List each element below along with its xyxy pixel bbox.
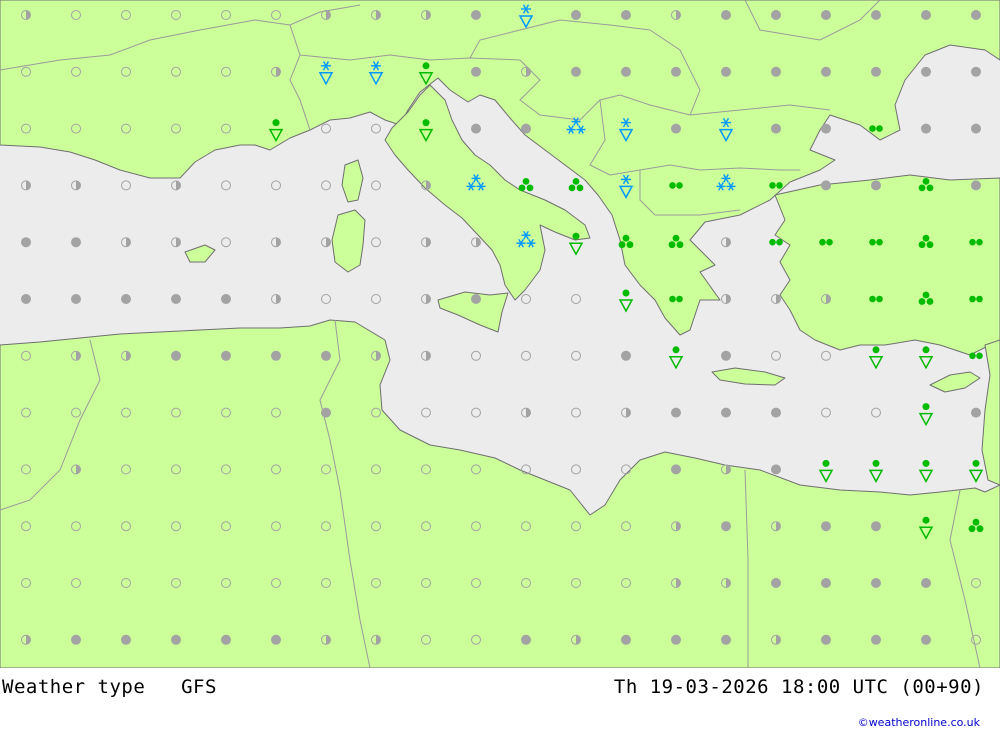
cloudy-dot xyxy=(171,350,181,361)
cloudy-dot xyxy=(671,66,681,77)
cloudy-dot xyxy=(71,237,81,248)
credit-link[interactable]: ©weatheronline.co.uk xyxy=(858,716,980,729)
cloudy-dot xyxy=(971,407,981,418)
cloudy-dot xyxy=(621,66,631,77)
cloudy-dot xyxy=(771,407,781,418)
cloudy-dot xyxy=(871,521,881,532)
weather-map xyxy=(0,0,1000,668)
cloudy-dot xyxy=(871,578,881,588)
cloudy-dot xyxy=(971,66,981,77)
map-title: Weather type GFS xyxy=(2,676,217,698)
cloudy-dot xyxy=(671,123,681,134)
cloudy-dot xyxy=(721,521,731,532)
cloudy-dot xyxy=(721,407,731,418)
cloudy-dot xyxy=(921,578,931,588)
turkey xyxy=(774,174,1000,356)
cloudy-dot xyxy=(821,66,831,77)
cloudy-dot xyxy=(221,294,231,304)
cloudy-dot xyxy=(921,123,931,134)
cloudy-dot xyxy=(471,123,481,134)
cloudy-dot xyxy=(821,578,831,588)
cloudy-dot xyxy=(721,350,731,361)
cloudy-dot xyxy=(621,10,631,20)
cloudy-dot xyxy=(471,10,481,20)
cloudy-dot xyxy=(821,180,831,191)
cloudy-dot xyxy=(121,294,131,304)
cloudy-dot xyxy=(821,123,831,134)
cloudy-dot xyxy=(771,464,781,475)
sardinia xyxy=(331,209,366,273)
cloudy-dot xyxy=(921,66,931,77)
cloudy-dot xyxy=(971,180,981,191)
cloudy-dot xyxy=(721,634,731,645)
cloudy-dot xyxy=(671,464,681,475)
cloudy-dot xyxy=(121,634,131,645)
cloudy-dot xyxy=(621,634,631,645)
cloudy-dot xyxy=(771,10,781,20)
cloudy-dot xyxy=(671,407,681,418)
cloudy-dot xyxy=(771,578,781,588)
cloudy-dot xyxy=(621,350,631,361)
cloudy-dot xyxy=(321,407,331,418)
cloudy-dot xyxy=(571,66,581,77)
cloudy-dot xyxy=(521,634,531,645)
cloudy-dot xyxy=(771,123,781,134)
cloudy-dot xyxy=(221,634,231,645)
cloudy-dot xyxy=(971,123,981,134)
cloudy-dot xyxy=(721,66,731,77)
cloudy-dot xyxy=(571,10,581,20)
cloudy-dot xyxy=(71,634,81,645)
cloudy-dot xyxy=(721,10,731,20)
forecast-datetime: Th 19-03-2026 18:00 UTC (00+90) xyxy=(613,676,984,698)
map-canvas xyxy=(0,0,1000,668)
cloudy-dot xyxy=(71,294,81,304)
cloudy-dot xyxy=(171,634,181,645)
cloudy-dot xyxy=(21,294,31,304)
cloudy-dot xyxy=(471,294,481,304)
cloudy-dot xyxy=(821,521,831,532)
cloudy-dot xyxy=(471,66,481,77)
cloudy-dot xyxy=(221,350,231,361)
cloudy-dot xyxy=(771,66,781,77)
cloudy-dot xyxy=(821,634,831,645)
cloudy-dot xyxy=(871,180,881,191)
cloudy-dot xyxy=(871,634,881,645)
cloudy-dot xyxy=(671,634,681,645)
cloudy-dot xyxy=(921,634,931,645)
cloudy-dot xyxy=(521,123,531,134)
cloudy-dot xyxy=(871,66,881,77)
cloudy-dot xyxy=(821,10,831,20)
cloudy-dot xyxy=(171,294,181,304)
cloudy-dot xyxy=(271,350,281,361)
cloudy-dot xyxy=(971,10,981,20)
cloudy-dot xyxy=(871,10,881,20)
cloudy-dot xyxy=(21,237,31,248)
cloudy-dot xyxy=(271,634,281,645)
cloudy-dot xyxy=(921,10,931,20)
cloudy-dot xyxy=(321,350,331,361)
